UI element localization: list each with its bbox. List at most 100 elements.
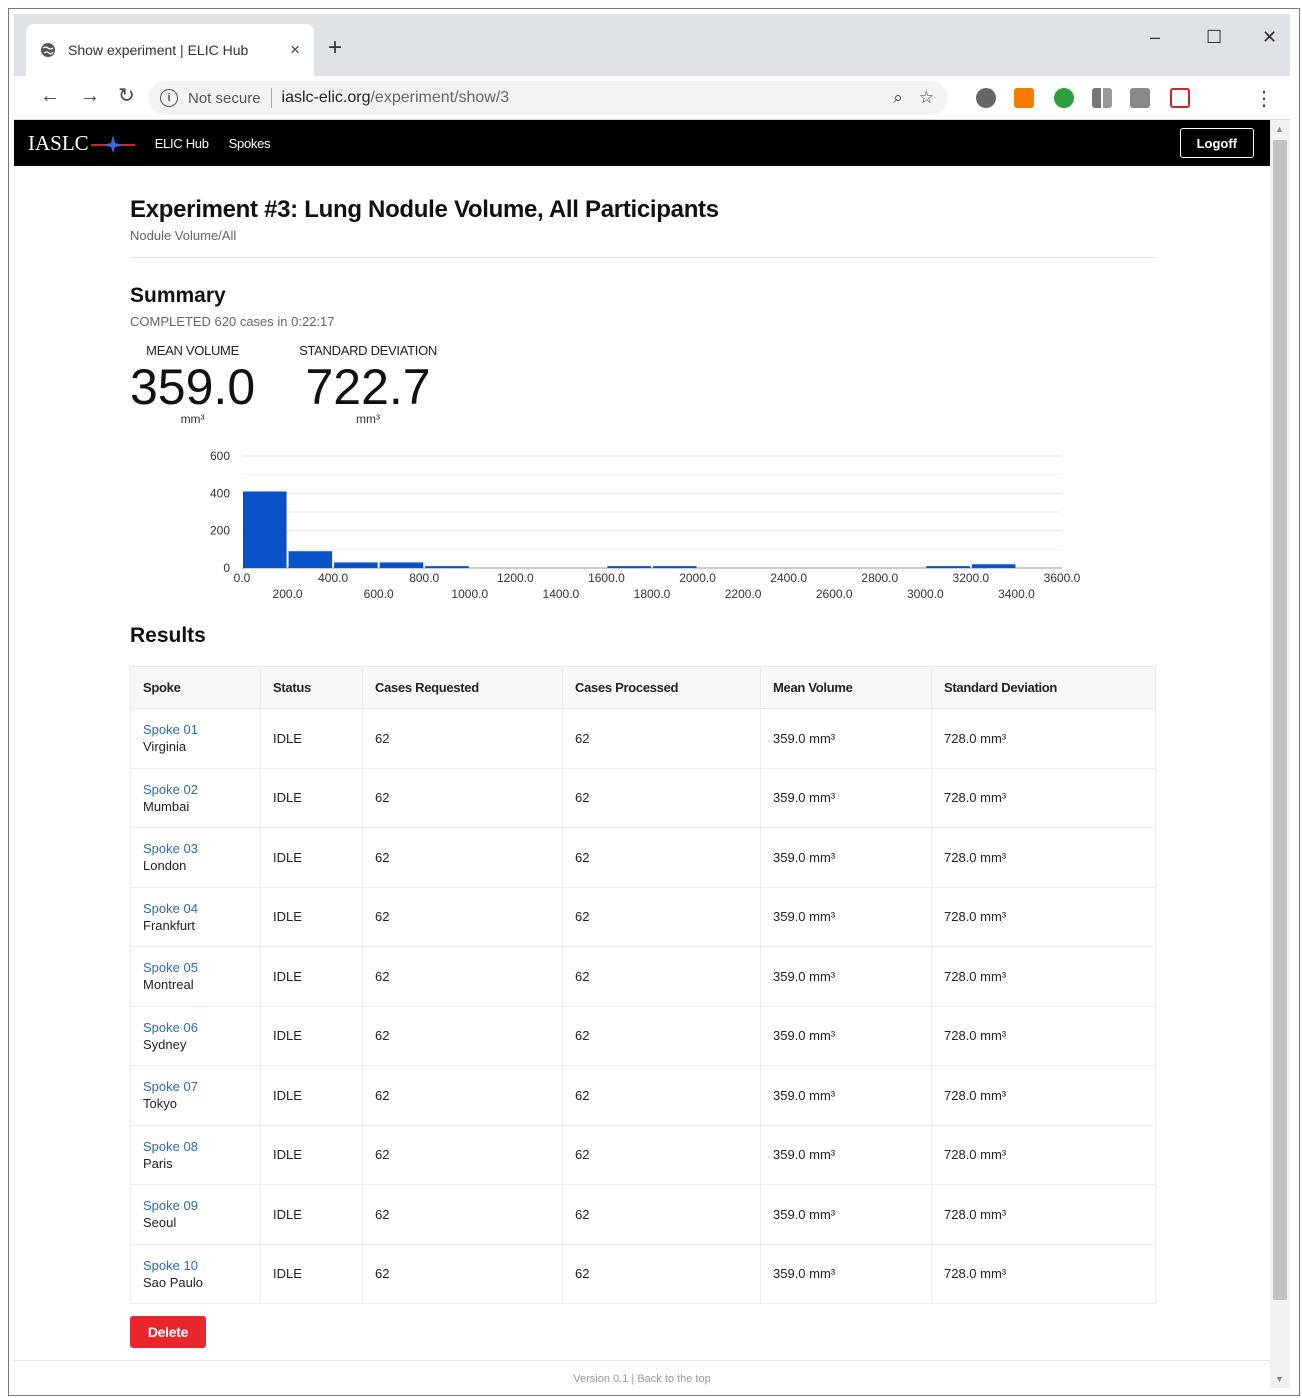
extension-chart-icon[interactable] — [1014, 88, 1034, 108]
status-cell: IDLE — [260, 708, 363, 769]
std-dev-stat: STANDARD DEVIATION 722.7 mm³ — [299, 343, 437, 426]
delete-button[interactable]: Delete — [130, 1316, 206, 1348]
x-tick-label: 1600.0 — [588, 571, 625, 585]
table-row: Spoke 07 Tokyo IDLE 62 62 359.0 mm³ 728.0 mm³ — [130, 1065, 1156, 1126]
maximize-icon[interactable]: ☐ — [1206, 28, 1222, 46]
tab-strip: Show experiment | ELIC Hub × + – ☐ ✕ — [14, 14, 1290, 76]
footer: Version 0.1 | Back to the top — [14, 1360, 1270, 1388]
mean-volume-cell: 359.0 mm³ — [760, 886, 932, 947]
globe-icon — [41, 43, 55, 57]
x-tick-label: 400.0 — [318, 571, 348, 585]
status-cell: IDLE — [260, 946, 363, 1007]
cases-processed-cell: 62 — [562, 1184, 761, 1245]
spoke-link[interactable]: Spoke 06 — [143, 1020, 260, 1035]
extension-check-icon[interactable] — [1054, 88, 1074, 108]
x-tick-label: 0.0 — [234, 571, 251, 585]
standard-deviation-cell: 728.0 mm³ — [931, 1065, 1156, 1126]
nav-elic-hub[interactable]: ELIC Hub — [155, 136, 209, 151]
cases-requested-cell: 62 — [362, 1184, 563, 1245]
standard-deviation-cell: 728.0 mm³ — [931, 767, 1156, 828]
address-separator — [270, 88, 272, 108]
scroll-up-icon[interactable]: ▲ — [1275, 124, 1284, 134]
back-arrow-icon[interactable]: ← — [40, 86, 60, 106]
standard-deviation-cell: 728.0 mm³ — [931, 1184, 1156, 1245]
table-row: Spoke 06 Sydney IDLE 62 62 359.0 mm³ 728.0 mm³ — [130, 1005, 1156, 1066]
x-tick-label: 800.0 — [409, 571, 439, 585]
spoke-link[interactable]: Spoke 10 — [143, 1258, 260, 1273]
x-tick-label: 3600.0 — [1044, 571, 1081, 585]
mean-volume-cell: 359.0 mm³ — [760, 767, 932, 828]
zoom-icon[interactable]: ⌕ — [893, 88, 903, 108]
std-dev-unit: mm³ — [356, 412, 381, 426]
close-icon[interactable]: ✕ — [1262, 28, 1277, 46]
logoff-button[interactable]: Logoff — [1179, 128, 1254, 158]
x-tick-label: 200.0 — [273, 587, 303, 601]
standard-deviation-cell: 728.0 mm³ — [931, 946, 1156, 1007]
tab-close-icon[interactable]: × — [290, 40, 300, 60]
cases-requested-cell: 62 — [362, 1124, 563, 1185]
browser-tab[interactable]: Show experiment | ELIC Hub × — [26, 24, 314, 76]
nav-spokes[interactable]: Spokes — [229, 136, 271, 151]
column-header-spoke: Spoke — [130, 666, 261, 709]
scroll-thumb[interactable] — [1273, 140, 1287, 1300]
spoke-link[interactable]: Spoke 07 — [143, 1079, 260, 1094]
y-tick-label: 200 — [210, 524, 230, 538]
address-bar[interactable]: i Not secure iaslc-elic.org /experiment/… — [148, 81, 948, 115]
minimize-icon[interactable]: – — [1150, 28, 1160, 46]
spoke-link[interactable]: Spoke 08 — [143, 1139, 260, 1154]
status-cell: IDLE — [260, 1065, 363, 1126]
status-cell: IDLE — [260, 827, 363, 888]
volume-histogram: 0 200 400 600 0.0 200.0 400.0 600.0 800.0 1000.0 1… — [210, 449, 1081, 601]
forward-arrow-icon[interactable]: → — [80, 86, 100, 106]
extension-grid-icon[interactable] — [1092, 88, 1112, 108]
browser-toolbar: ← → ↻ i Not secure iaslc-elic.org /exper… — [14, 76, 1290, 120]
column-header-status: Status — [260, 666, 363, 709]
std-dev-value: 722.7 — [305, 359, 431, 415]
x-tick-label: 3000.0 — [907, 587, 944, 601]
extension-g-icon[interactable] — [1130, 88, 1150, 108]
spoke-cell: Spoke 02 Mumbai — [130, 767, 261, 828]
site-logo[interactable]: IASLC — [28, 131, 135, 156]
histogram-bar — [926, 566, 970, 568]
cases-requested-cell: 62 — [362, 1243, 563, 1304]
cases-requested-cell: 62 — [362, 1005, 563, 1066]
mean-volume-stat: MEAN VOLUME 359.0 mm³ — [130, 343, 255, 426]
x-tick-label: 600.0 — [364, 587, 394, 601]
column-header-mean-volume: Mean Volume — [760, 666, 932, 709]
spoke-link[interactable]: Spoke 03 — [143, 841, 260, 856]
cases-requested-cell: 62 — [362, 1065, 563, 1126]
scroll-down-icon[interactable]: ▼ — [1275, 1374, 1284, 1384]
spoke-link[interactable]: Spoke 05 — [143, 960, 260, 975]
summary-stats: MEAN VOLUME 359.0 mm³ STANDARD DEVIATION… — [130, 343, 1156, 426]
spoke-link[interactable]: Spoke 01 — [143, 722, 260, 737]
main-content: Experiment #3: Lung Nodule Volume, All P… — [130, 166, 1156, 1348]
new-tab-icon[interactable]: + — [328, 36, 342, 60]
extension-circle-icon[interactable] — [976, 88, 996, 108]
spoke-link[interactable]: Spoke 04 — [143, 901, 260, 916]
mean-volume-cell: 359.0 mm³ — [760, 1243, 932, 1304]
cases-processed-cell: 62 — [562, 708, 761, 769]
spoke-location: Seoul — [143, 1215, 177, 1231]
info-icon[interactable]: i — [160, 89, 178, 107]
extension-pocket-icon[interactable] — [1170, 88, 1190, 108]
menu-dots-icon[interactable]: ⋮ — [1254, 86, 1274, 111]
not-secure-label: Not secure — [188, 89, 261, 107]
scrollbar[interactable]: ▲ ▼ — [1270, 120, 1290, 1388]
spoke-link[interactable]: Spoke 09 — [143, 1198, 260, 1213]
back-to-top-link[interactable]: Back to the top — [637, 1373, 710, 1385]
spoke-cell: Spoke 03 London — [130, 827, 261, 888]
reload-icon[interactable]: ↻ — [118, 86, 135, 106]
spoke-link[interactable]: Spoke 02 — [143, 782, 260, 797]
spoke-location: Virginia — [143, 739, 187, 755]
standard-deviation-cell: 728.0 mm³ — [931, 827, 1156, 888]
summary-title: Summary — [130, 284, 226, 307]
table-header-row: Spoke Status Cases Requested Cases Proce… — [130, 666, 1156, 709]
mean-volume-cell: 359.0 mm³ — [760, 1124, 932, 1185]
histogram-bar — [971, 564, 1016, 568]
results-title: Results — [130, 624, 206, 647]
status-cell: IDLE — [260, 767, 363, 828]
mean-volume-cell: 359.0 mm³ — [760, 1005, 932, 1066]
y-tick-label: 400 — [210, 486, 230, 500]
histogram-bar — [653, 566, 697, 568]
bookmark-star-icon[interactable]: ☆ — [919, 88, 934, 108]
